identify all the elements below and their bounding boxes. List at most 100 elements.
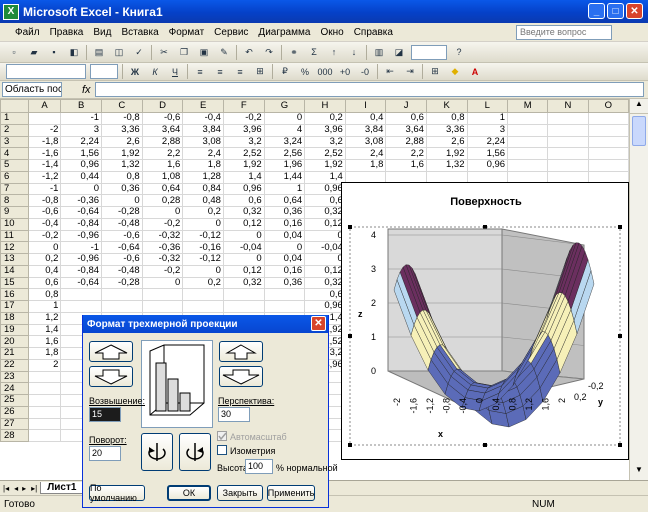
- sheet-tab-list1[interactable]: Лист1: [40, 482, 84, 494]
- menu-tools[interactable]: Сервис: [209, 27, 253, 38]
- sort-asc-icon[interactable]: ↑: [326, 44, 342, 60]
- cell[interactable]: 0,12: [222, 264, 265, 278]
- cell[interactable]: -0,6: [101, 253, 143, 266]
- cell[interactable]: [547, 147, 589, 160]
- cell[interactable]: -0,4: [27, 217, 62, 231]
- cell[interactable]: 0,6: [27, 276, 62, 290]
- cell[interactable]: 0,32: [304, 206, 346, 219]
- cell[interactable]: 0,84: [182, 182, 224, 196]
- cell[interactable]: 0,6: [304, 194, 346, 207]
- cell[interactable]: [27, 382, 62, 395]
- cell[interactable]: [27, 429, 62, 442]
- cell[interactable]: [587, 123, 629, 137]
- font-color-icon[interactable]: A: [467, 64, 483, 80]
- cell[interactable]: 0,32: [222, 276, 265, 290]
- cell[interactable]: 0,2: [182, 276, 224, 290]
- column-header[interactable]: A: [27, 99, 62, 113]
- perspective-input[interactable]: 30: [218, 407, 250, 422]
- cell[interactable]: 2,88: [141, 135, 184, 149]
- cell[interactable]: 0,44: [60, 170, 103, 184]
- column-header[interactable]: K: [425, 99, 468, 113]
- cell[interactable]: [60, 300, 103, 313]
- cell[interactable]: -0,96: [60, 253, 103, 266]
- column-header[interactable]: M: [507, 99, 549, 113]
- cell[interactable]: -1,4: [27, 159, 62, 172]
- cell[interactable]: -0,2: [222, 112, 265, 125]
- cell[interactable]: -1: [60, 241, 103, 254]
- cell[interactable]: 1,2: [27, 311, 62, 325]
- elevation-up-button[interactable]: [89, 341, 133, 362]
- row-header[interactable]: 17: [0, 300, 29, 313]
- menu-help[interactable]: Справка: [349, 27, 398, 38]
- row-header[interactable]: 18: [0, 311, 29, 325]
- cell[interactable]: -0,2: [141, 217, 184, 231]
- cell[interactable]: [507, 123, 549, 137]
- rotation-input[interactable]: 20: [89, 446, 121, 461]
- cell[interactable]: 4: [263, 123, 306, 137]
- merge-icon[interactable]: ⊞: [252, 64, 268, 80]
- sort-desc-icon[interactable]: ↓: [346, 44, 362, 60]
- height-input[interactable]: 100: [245, 459, 273, 474]
- cell[interactable]: 3: [466, 123, 509, 137]
- outdent-icon[interactable]: ⇤: [382, 64, 398, 80]
- cell[interactable]: [141, 288, 184, 301]
- cell[interactable]: [27, 405, 62, 419]
- copy-icon[interactable]: ❐: [176, 44, 192, 60]
- cell[interactable]: -0,2: [141, 264, 184, 278]
- cell[interactable]: -1,2: [27, 170, 62, 184]
- cell[interactable]: -0,48: [101, 217, 143, 231]
- align-left-icon[interactable]: ≡: [192, 64, 208, 80]
- cell[interactable]: 0: [263, 241, 306, 254]
- row-header[interactable]: 14: [0, 264, 29, 278]
- cell[interactable]: 1,4: [304, 170, 346, 184]
- cell[interactable]: 1,92: [222, 159, 265, 172]
- cell[interactable]: 0,04: [263, 253, 306, 266]
- row-header[interactable]: 11: [0, 229, 29, 243]
- column-header[interactable]: L: [466, 99, 509, 113]
- increase-decimal-icon[interactable]: +0: [337, 64, 353, 80]
- cell[interactable]: 0,96: [304, 182, 346, 196]
- cell[interactable]: 0,6: [385, 112, 427, 125]
- cell[interactable]: 0,04: [263, 229, 306, 243]
- cell[interactable]: 0,16: [263, 264, 306, 278]
- cell[interactable]: [587, 135, 629, 149]
- cell[interactable]: 0,48: [182, 194, 224, 207]
- indent-icon[interactable]: ⇥: [402, 64, 418, 80]
- cell[interactable]: -0,2: [27, 229, 62, 243]
- cell[interactable]: 0,28: [141, 194, 184, 207]
- tab-prev-icon[interactable]: ◂: [12, 484, 20, 493]
- print-icon[interactable]: ▤: [91, 44, 107, 60]
- hyperlink-icon[interactable]: ⚭: [286, 44, 302, 60]
- cell[interactable]: [182, 300, 224, 313]
- cell[interactable]: 2,52: [304, 147, 346, 160]
- cell[interactable]: 0,2: [304, 112, 346, 125]
- cell[interactable]: 3,96: [304, 123, 346, 137]
- cell[interactable]: 2,2: [141, 147, 184, 160]
- cell[interactable]: 0,96: [60, 159, 103, 172]
- cell[interactable]: -0,96: [60, 229, 103, 243]
- row-header[interactable]: 27: [0, 417, 29, 431]
- cell[interactable]: 0,6: [222, 194, 265, 207]
- cell[interactable]: 1,8: [344, 159, 387, 172]
- cell[interactable]: 0,96: [304, 300, 346, 313]
- cell[interactable]: [507, 159, 549, 172]
- row-header[interactable]: 3: [0, 135, 29, 149]
- cell[interactable]: 0,2: [182, 206, 224, 219]
- cell[interactable]: 2,2: [385, 147, 427, 160]
- cell[interactable]: 1: [263, 182, 306, 196]
- decrease-decimal-icon[interactable]: -0: [357, 64, 373, 80]
- cell[interactable]: -2: [27, 123, 62, 137]
- font-combo[interactable]: [6, 64, 86, 79]
- rotate-right-button[interactable]: [179, 433, 211, 471]
- italic-icon[interactable]: К: [147, 64, 163, 80]
- cell[interactable]: 0,64: [141, 182, 184, 196]
- cell[interactable]: 3,08: [344, 135, 387, 149]
- zoom-combo[interactable]: [411, 44, 447, 60]
- cell[interactable]: 0: [222, 229, 265, 243]
- cut-icon[interactable]: ✂: [156, 44, 172, 60]
- row-header[interactable]: 9: [0, 206, 29, 219]
- cell[interactable]: 2,56: [263, 147, 306, 160]
- cell[interactable]: 3,36: [101, 123, 143, 137]
- align-center-icon[interactable]: ≡: [212, 64, 228, 80]
- perspective-up-button[interactable]: [219, 341, 263, 362]
